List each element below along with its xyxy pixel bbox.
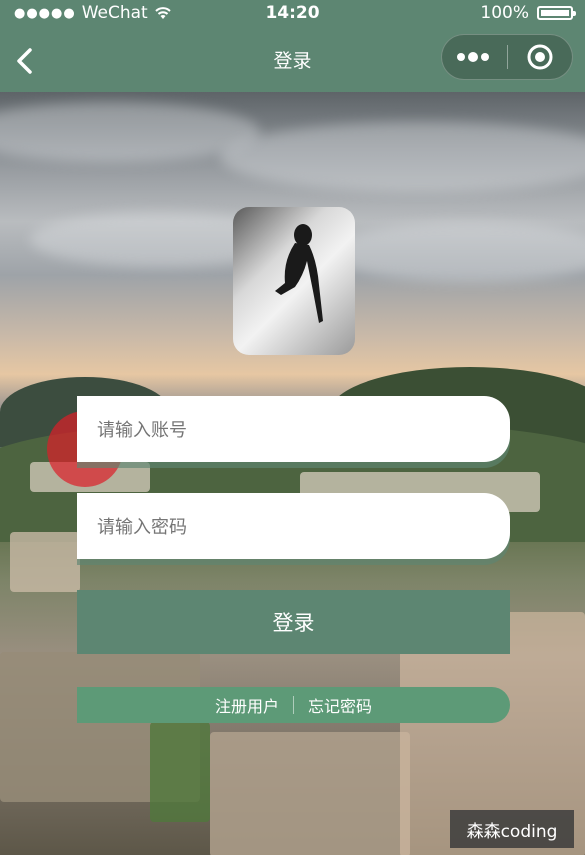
battery-percent: 100% xyxy=(480,3,529,23)
watermark: 森森coding xyxy=(450,810,574,848)
battery-icon xyxy=(537,6,576,20)
cloud xyxy=(220,122,585,192)
menu-capsule xyxy=(441,34,573,80)
close-button[interactable] xyxy=(508,35,573,79)
password-placeholder: 请输入密码 xyxy=(97,517,187,538)
status-right: 100% xyxy=(480,3,576,23)
more-button[interactable] xyxy=(442,35,507,79)
account-input[interactable]: 请输入账号 xyxy=(77,396,510,462)
rock xyxy=(10,532,80,592)
avatar xyxy=(233,207,355,355)
cloud xyxy=(330,222,585,282)
password-input[interactable]: 请输入密码 xyxy=(77,493,510,559)
more-dots-icon xyxy=(457,52,490,62)
status-bar: ●●●●● WeChat 14:20 100% xyxy=(0,0,585,28)
shrub xyxy=(150,722,210,822)
register-link[interactable]: 注册用户 xyxy=(215,693,279,717)
login-button-label: 登录 xyxy=(272,611,315,635)
login-button[interactable]: 登录 xyxy=(77,590,510,654)
forgot-password-link[interactable]: 忘记密码 xyxy=(308,693,372,717)
account-placeholder: 请输入账号 xyxy=(97,420,187,441)
navbar: 登录 xyxy=(0,28,585,92)
links-bar: 注册用户 忘记密码 xyxy=(77,687,510,723)
links-divider xyxy=(293,696,294,714)
target-circle-icon xyxy=(527,44,553,70)
rock xyxy=(210,732,410,855)
person-figure xyxy=(275,224,323,323)
